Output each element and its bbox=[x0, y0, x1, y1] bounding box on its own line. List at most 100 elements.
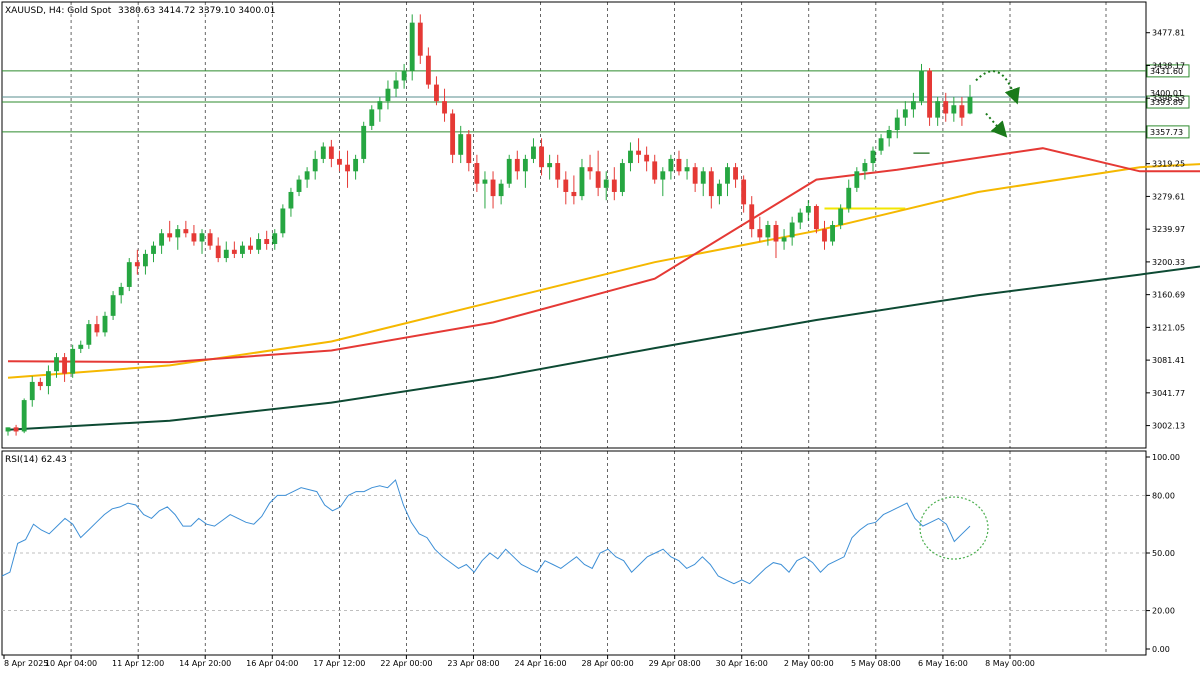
candle-bear bbox=[183, 229, 189, 234]
rsi-circle-annotation bbox=[919, 496, 989, 560]
candle-bear bbox=[450, 113, 456, 155]
candle-bull bbox=[110, 295, 116, 316]
candle-bear bbox=[636, 150, 641, 155]
candle-bull bbox=[660, 171, 666, 180]
candle-bull bbox=[280, 208, 286, 234]
x-axis: 8 Apr 202510 Apr 04:00 11 Apr 12:00 14 Apr… bbox=[3, 655, 1035, 668]
candle-bull bbox=[175, 229, 181, 238]
candle-bull bbox=[886, 130, 892, 139]
candle-bear bbox=[741, 179, 747, 205]
candle-bull bbox=[482, 179, 488, 184]
candle-bear bbox=[943, 101, 949, 114]
y-tick-label: 3041.77 bbox=[1152, 389, 1185, 398]
candle-bull bbox=[797, 212, 803, 223]
y-tick-label: 3081.41 bbox=[1152, 356, 1185, 365]
vertical-gridlines bbox=[70, 2, 1107, 655]
candle-bull bbox=[668, 158, 674, 172]
y-tick-label: 3160.69 bbox=[1152, 291, 1185, 300]
candle-bull bbox=[409, 22, 415, 71]
candle-bear bbox=[442, 101, 447, 114]
candle-bear bbox=[490, 179, 496, 197]
annotations bbox=[975, 70, 1020, 138]
level-label: 3357.73 bbox=[1150, 128, 1183, 137]
candle-bull bbox=[143, 253, 148, 267]
rsi-y-tick-label: 100.00 bbox=[1152, 453, 1180, 462]
y-tick-label: 3121.05 bbox=[1152, 323, 1185, 332]
candle-bear bbox=[215, 245, 221, 259]
candle-bear bbox=[134, 262, 140, 267]
candle-bear bbox=[813, 206, 819, 230]
candle-bear bbox=[514, 158, 520, 172]
candle-bull bbox=[765, 225, 771, 238]
y-tick-label: 3438.17 bbox=[1152, 61, 1185, 70]
candle-bull bbox=[29, 381, 35, 401]
x-tick-label: 8 May 00:00 bbox=[985, 659, 1035, 668]
candle-bull bbox=[531, 146, 536, 159]
candle-bear bbox=[822, 229, 827, 242]
candle-bull bbox=[256, 239, 262, 250]
candle-bear bbox=[595, 171, 601, 188]
x-tick-label: 29 Apr 08:00 bbox=[649, 659, 701, 668]
candle-bear bbox=[425, 55, 431, 85]
candle-bull bbox=[312, 158, 318, 172]
candle-bear bbox=[563, 179, 569, 192]
chart[interactable]: 3431.603393.893357.733400.01 3477.813438… bbox=[0, 0, 1200, 675]
candle-bear bbox=[474, 163, 480, 184]
y-tick-label: 3200.33 bbox=[1152, 258, 1185, 267]
candle-bull bbox=[223, 249, 229, 259]
x-tick-label: 23 Apr 08:00 bbox=[447, 659, 499, 668]
candle-bull bbox=[240, 245, 245, 254]
candle-bull bbox=[369, 109, 375, 126]
candle-bear bbox=[231, 249, 237, 254]
candle-bear bbox=[611, 179, 617, 192]
candle-bull bbox=[967, 96, 973, 114]
rsi-y-tick-label: 0.00 bbox=[1152, 645, 1170, 654]
candle-bull bbox=[118, 286, 124, 296]
candle-bull bbox=[628, 150, 633, 164]
candle-bull bbox=[353, 158, 359, 172]
candle-bear bbox=[773, 225, 779, 242]
candle-bear bbox=[62, 357, 68, 374]
candle-bull bbox=[919, 70, 924, 102]
candle-bear bbox=[959, 105, 965, 118]
candle-bull bbox=[902, 109, 908, 118]
rsi-y-tick-label: 50.00 bbox=[1152, 549, 1175, 558]
candle-bull bbox=[854, 171, 860, 188]
candle-bear bbox=[417, 22, 423, 56]
candle-bear bbox=[733, 167, 738, 180]
candle-bull bbox=[805, 206, 811, 213]
candle-bull bbox=[547, 163, 553, 168]
candle-bull bbox=[70, 348, 76, 374]
candle-bull bbox=[789, 222, 795, 238]
candle-bull bbox=[86, 324, 92, 345]
candle-bear bbox=[191, 233, 197, 242]
candle-bear bbox=[434, 84, 439, 102]
x-tick-label: 8 Apr 2025 bbox=[4, 659, 48, 668]
candle-bull bbox=[910, 101, 916, 110]
candle-bear bbox=[555, 163, 561, 180]
candle-bear bbox=[927, 70, 933, 118]
candle-bull bbox=[506, 158, 512, 184]
candle-bull bbox=[458, 134, 464, 155]
x-tick-label: 30 Apr 16:00 bbox=[716, 659, 768, 668]
candle-bull bbox=[781, 237, 787, 242]
candle-bear bbox=[466, 134, 472, 164]
candle-bull bbox=[272, 233, 278, 244]
candle-bull bbox=[603, 179, 609, 188]
x-tick-label: 16 Apr 04:00 bbox=[246, 659, 298, 668]
candle-bear bbox=[644, 154, 650, 162]
candle-bull bbox=[870, 150, 876, 164]
y-tick-label: 3002.13 bbox=[1152, 422, 1185, 431]
x-tick-label: 6 May 16:00 bbox=[918, 659, 968, 668]
arrow-down-path bbox=[985, 112, 1008, 138]
candle-bull bbox=[151, 245, 156, 254]
candle-bull bbox=[304, 171, 310, 180]
y-tick-label: 3398.53 bbox=[1152, 94, 1185, 103]
candle-bull bbox=[522, 158, 528, 172]
candle-bull bbox=[21, 400, 27, 432]
candle-bear bbox=[757, 229, 763, 238]
candle-bear bbox=[167, 233, 173, 238]
candle-bull bbox=[45, 371, 51, 387]
candle-bear bbox=[337, 158, 342, 165]
candle-bull bbox=[579, 167, 585, 197]
